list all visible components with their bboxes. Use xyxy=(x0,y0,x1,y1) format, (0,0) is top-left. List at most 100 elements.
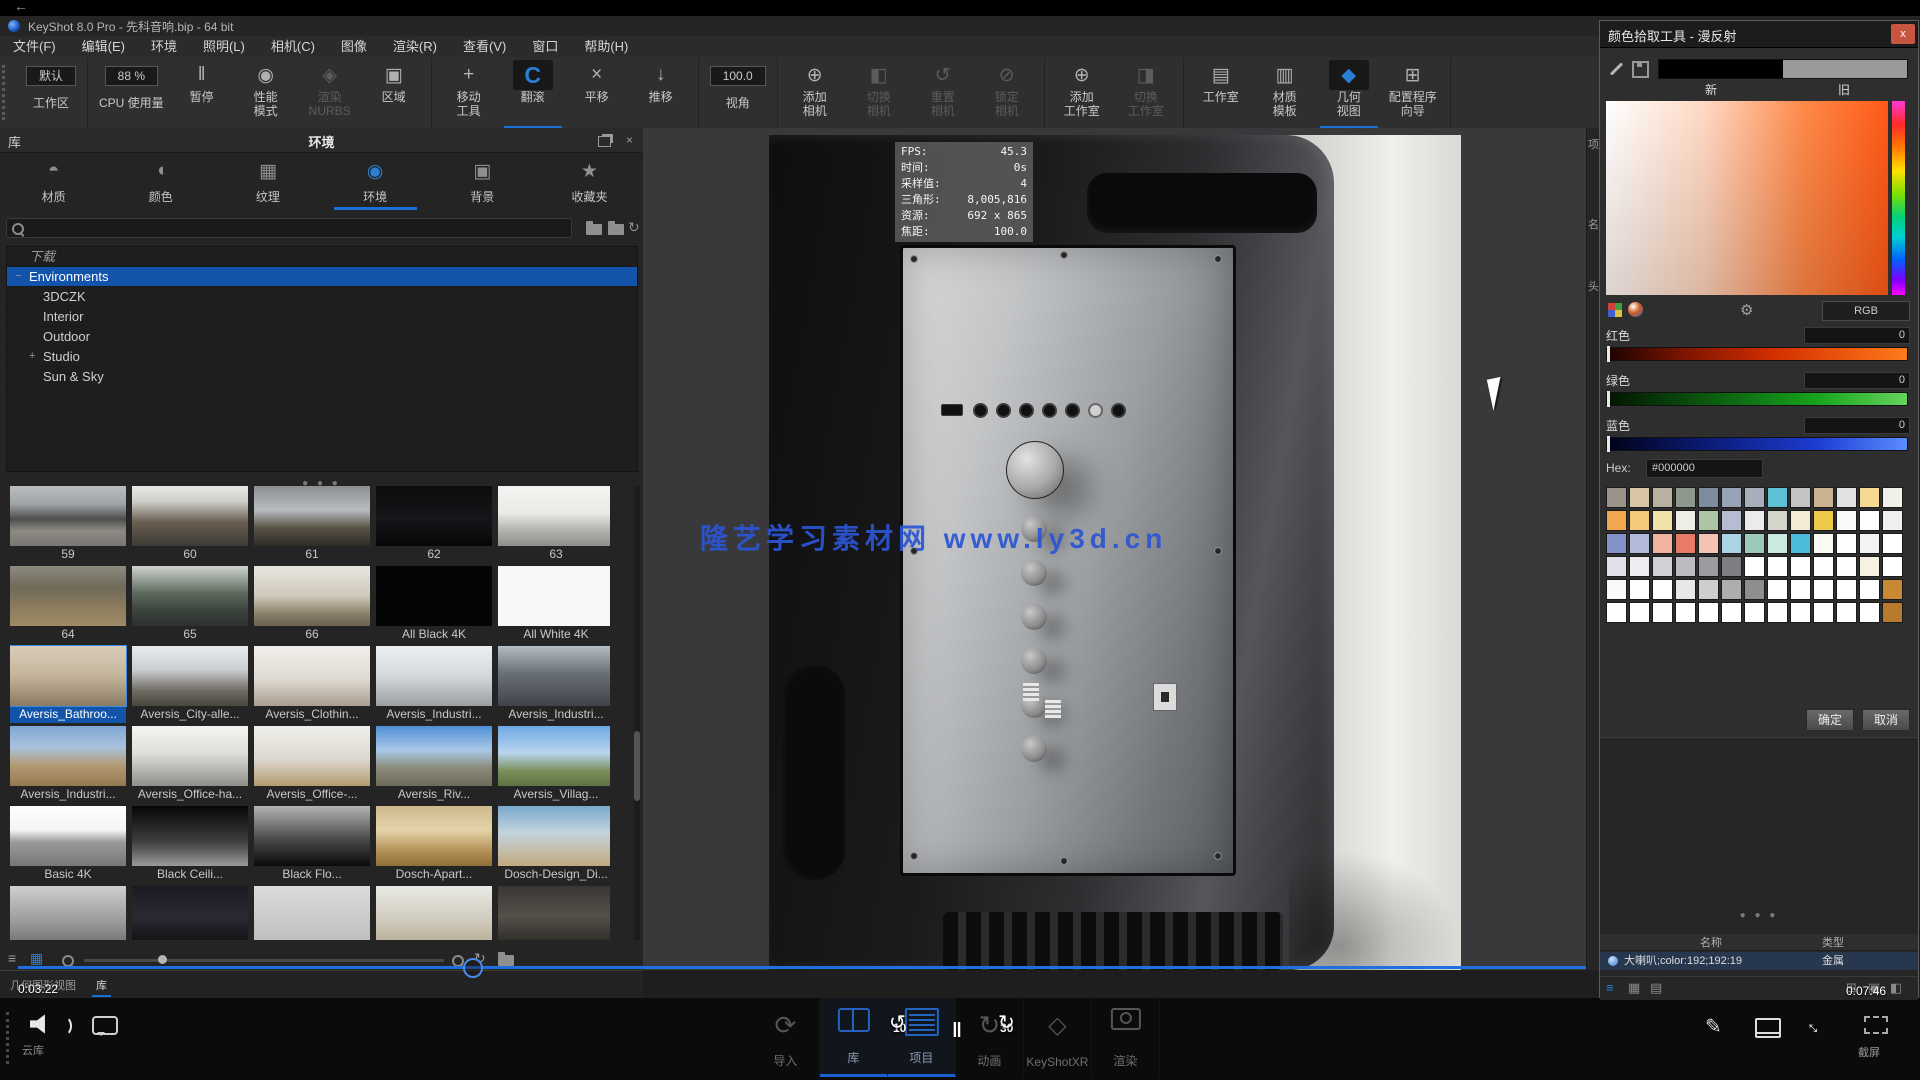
color-swatch[interactable] xyxy=(1606,487,1627,508)
color-swatch[interactable] xyxy=(1859,487,1880,508)
environment-thumbnail[interactable]: 62 xyxy=(376,486,492,564)
toolbar-button[interactable]: ⊕ 添加 相机 xyxy=(783,57,847,128)
color-swatch[interactable] xyxy=(1813,487,1834,508)
color-swatch[interactable] xyxy=(1790,533,1811,554)
toolbar-drag-handle[interactable] xyxy=(2,65,13,120)
notes-panel-icon[interactable] xyxy=(1755,1018,1781,1038)
color-swatch[interactable] xyxy=(1698,556,1719,577)
menu-item[interactable]: 渲染(R) xyxy=(380,36,450,57)
color-swatch[interactable] xyxy=(1813,556,1834,577)
color-swatch[interactable] xyxy=(1790,487,1811,508)
color-swatch[interactable] xyxy=(1721,510,1742,531)
environment-thumbnail[interactable]: 63 xyxy=(498,486,610,564)
environment-thumbnail[interactable]: 60 xyxy=(132,486,248,564)
environment-thumbnail[interactable]: All Black 4K xyxy=(376,566,492,644)
tree-item[interactable]: 下载 xyxy=(7,247,637,267)
annotate-pencil-icon[interactable]: ✎ xyxy=(1705,1014,1722,1039)
color-swatch[interactable] xyxy=(1629,533,1650,554)
color-sphere-icon[interactable] xyxy=(1628,302,1643,317)
environment-thumbnail[interactable] xyxy=(10,886,126,940)
folder-icon[interactable] xyxy=(608,224,624,235)
color-gradient-area[interactable] xyxy=(1606,101,1888,295)
environment-thumbnail[interactable]: 65 xyxy=(132,566,248,644)
color-swatch[interactable] xyxy=(1744,510,1765,531)
environment-thumbnail[interactable]: Aversis_Clothin... xyxy=(254,646,370,724)
pause-icon[interactable]: ‖ xyxy=(952,1020,962,1043)
color-swatch[interactable] xyxy=(1744,487,1765,508)
name-column-header[interactable]: 名称 xyxy=(1700,934,1722,950)
environment-thumbnail[interactable]: Aversis_Industri... xyxy=(376,646,492,724)
environment-thumbnail[interactable]: 66 xyxy=(254,566,370,644)
color-swatch[interactable] xyxy=(1790,510,1811,531)
menu-item[interactable]: 窗口 xyxy=(519,36,571,57)
color-swatch[interactable] xyxy=(1767,556,1788,577)
workspace-dropdown[interactable]: 默认 xyxy=(26,66,76,86)
environment-thumbnail[interactable]: 61 xyxy=(254,486,370,564)
color-swatch[interactable] xyxy=(1882,579,1903,600)
thumbnail-size-slider-thumb[interactable] xyxy=(158,955,167,964)
tree-item[interactable]: Sun & Sky xyxy=(7,367,637,387)
color-swatch[interactable] xyxy=(1882,510,1903,531)
color-swatch[interactable] xyxy=(1859,602,1880,623)
scrollbar-thumb[interactable] xyxy=(634,731,640,801)
save-color-icon[interactable] xyxy=(1632,61,1649,78)
color-swatch[interactable] xyxy=(1629,602,1650,623)
environment-thumbnail[interactable]: 59 xyxy=(10,486,126,564)
environment-thumbnail[interactable]: Dosch-Design_Di... xyxy=(498,806,610,884)
color-swatch[interactable] xyxy=(1652,602,1673,623)
color-swatch[interactable] xyxy=(1606,579,1627,600)
environment-thumbnail[interactable]: Aversis_Industri... xyxy=(10,726,126,804)
color-swatch[interactable] xyxy=(1698,579,1719,600)
menu-item[interactable]: 文件(F) xyxy=(0,36,69,57)
tree-item[interactable]: − Environments xyxy=(7,267,637,287)
thumbnail-size-slider[interactable] xyxy=(84,959,444,962)
color-swatch[interactable] xyxy=(1698,487,1719,508)
exit-fullscreen-icon[interactable]: ↔ xyxy=(1801,1013,1829,1041)
search-input[interactable] xyxy=(6,218,572,238)
color-swatch[interactable] xyxy=(1744,533,1765,554)
color-swatch[interactable] xyxy=(1836,487,1857,508)
color-swatch[interactable] xyxy=(1882,602,1903,623)
library-tab[interactable]: ◖ 颜色 xyxy=(107,154,214,210)
ok-button[interactable]: 确定 xyxy=(1806,709,1854,731)
slider-bar[interactable] xyxy=(1606,347,1908,361)
environment-thumbnail[interactable]: Aversis_Bathroo... xyxy=(10,646,126,724)
tree-expander-icon[interactable]: + xyxy=(29,347,39,366)
menu-item[interactable]: 查看(V) xyxy=(450,36,519,57)
color-swatch[interactable] xyxy=(1859,579,1880,600)
close-panel-icon[interactable]: × xyxy=(626,133,633,147)
slider-bar[interactable] xyxy=(1606,392,1908,406)
environment-thumbnail[interactable] xyxy=(498,886,610,940)
fov-value[interactable]: 100.0 xyxy=(710,66,766,86)
color-swatch[interactable] xyxy=(1698,533,1719,554)
environment-thumbnail[interactable]: Black Ceili... xyxy=(132,806,248,884)
detail-view-icon[interactable]: ▤ xyxy=(1650,980,1662,996)
toolbar-button[interactable]: ▥ 材质 模板 xyxy=(1253,57,1317,128)
color-swatch[interactable] xyxy=(1606,533,1627,554)
color-swatch[interactable] xyxy=(1882,487,1903,508)
slider-value-input[interactable]: 0 xyxy=(1804,417,1910,434)
menu-item[interactable]: 照明(L) xyxy=(190,36,258,57)
color-swatch[interactable] xyxy=(1836,556,1857,577)
menu-item[interactable]: 环境 xyxy=(138,36,190,57)
color-swatch[interactable] xyxy=(1675,510,1696,531)
toolbar-button[interactable]: ◉ 性能 模式 xyxy=(234,57,298,128)
thumbnail-scrollbar[interactable] xyxy=(634,486,640,940)
library-tab[interactable]: ◓ 材质 xyxy=(0,154,107,210)
grid-view-icon[interactable]: ▦ xyxy=(30,950,43,967)
toolbar-button[interactable]: ⊘ 锁定 相机 xyxy=(975,57,1039,128)
color-swatch[interactable] xyxy=(1675,602,1696,623)
grid-view-icon[interactable]: ▦ xyxy=(1628,980,1640,996)
environment-thumbnail[interactable]: Black Flo... xyxy=(254,806,370,884)
section-splitter-handle[interactable]: ● ● ● xyxy=(1600,910,1918,921)
close-icon[interactable]: x xyxy=(1891,24,1915,44)
color-swatch[interactable] xyxy=(1652,556,1673,577)
color-picker-title-bar[interactable]: 颜色拾取工具 - 漫反射 x xyxy=(1600,21,1918,48)
color-swatch[interactable] xyxy=(1813,602,1834,623)
color-swatch[interactable] xyxy=(1721,602,1742,623)
toolbar-button[interactable]: ⊞ 配置程序 向导 xyxy=(1381,57,1445,128)
tool-icon[interactable]: ◧ xyxy=(1890,980,1902,996)
tree-item[interactable]: 3DCZK xyxy=(7,287,637,307)
menu-item[interactable]: 图像 xyxy=(328,36,380,57)
color-swatch[interactable] xyxy=(1836,602,1857,623)
